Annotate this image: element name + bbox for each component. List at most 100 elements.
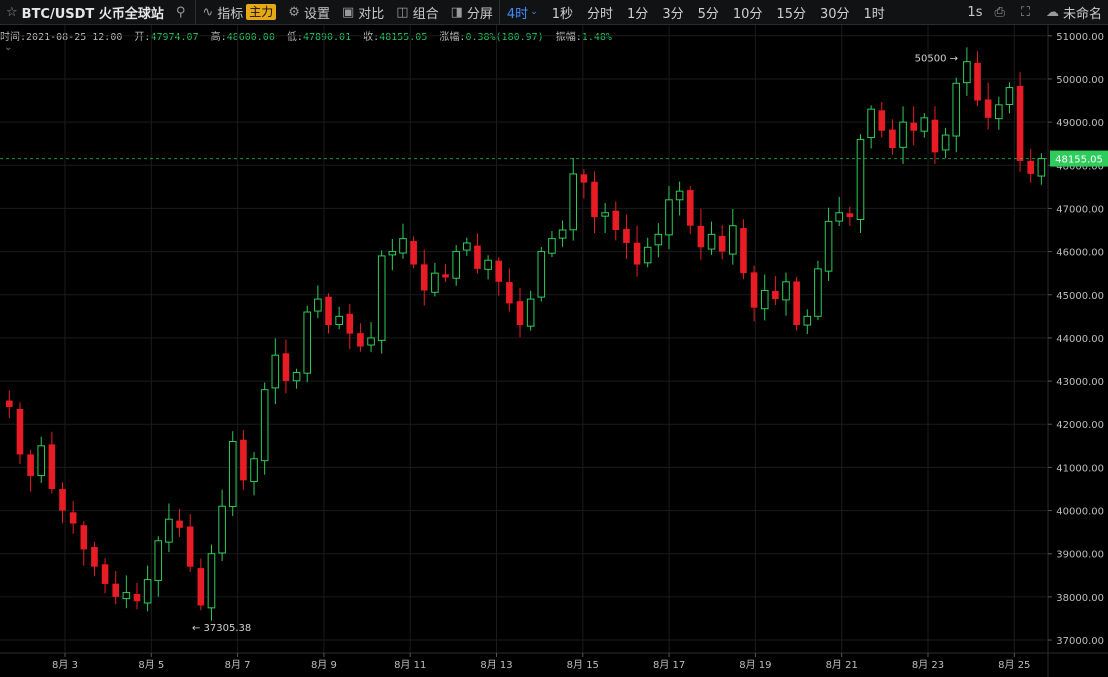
price-tick-label: 43000.00	[1056, 377, 1104, 388]
candle-down	[6, 400, 13, 407]
candle-down	[889, 129, 896, 149]
price-tick-label: 51000.00	[1056, 32, 1104, 43]
candles	[6, 47, 1046, 621]
star-icon[interactable]: ☆	[6, 5, 18, 20]
combo-button[interactable]: ◫ 组合	[390, 0, 444, 24]
candle-down	[133, 593, 141, 602]
period-1h[interactable]: 1时	[857, 0, 892, 24]
candle-down	[357, 333, 364, 347]
candle-up	[899, 121, 907, 148]
min-price-label: ← 37305.38	[192, 623, 251, 634]
period-1m[interactable]: 1分	[620, 0, 655, 24]
price-marks: 48155.05 50500 → ← 37305.38	[0, 53, 1108, 634]
candle-up	[431, 272, 439, 293]
current-price-badge	[1050, 150, 1108, 167]
candle-down	[27, 454, 34, 477]
candle-up	[920, 117, 929, 132]
price-tick-label: 39000.00	[1056, 550, 1104, 561]
low-value: 47890.01	[302, 32, 352, 43]
indicator-label: 指标	[217, 6, 244, 22]
candle-down	[80, 525, 88, 550]
candle-up	[760, 289, 769, 310]
period-15m[interactable]: 15分	[769, 0, 813, 24]
symbol-selector[interactable]: ☆ BTC/USDT 火币全球站	[0, 0, 170, 24]
cloud-save-button[interactable]: ☁ 未命名	[1040, 0, 1108, 24]
open-label: 开:	[134, 32, 151, 43]
candle-up	[867, 108, 875, 139]
candle-up	[526, 298, 535, 327]
candle-up	[824, 220, 833, 272]
time-tick-label: 8月 7	[225, 659, 251, 671]
period-3m[interactable]: 3分	[655, 0, 690, 24]
compare-icon: ▣	[341, 4, 355, 20]
period-timeline[interactable]: 分时	[580, 0, 620, 24]
candle-up	[314, 298, 322, 312]
period-1s[interactable]: 1秒	[545, 0, 580, 24]
time-axis[interactable]: 8月 3 8月 5 8月 7 8月 9 8月 11 8月 13 8月 15 8月 17 8月 1…	[52, 653, 1030, 671]
candle-up	[995, 104, 1003, 120]
fullscreen-button[interactable]: ⛶	[1015, 0, 1040, 24]
candle-down	[1016, 85, 1024, 161]
amplitude-label: 振幅:	[555, 32, 582, 43]
open-value: 47974.07	[150, 32, 199, 43]
collapse-info-icon[interactable]: ⌄	[4, 42, 12, 53]
amplitude-value: 1.48%	[581, 32, 612, 43]
candle-up	[835, 212, 844, 222]
price-axis[interactable]: 37000.00 38000.00 39000.00 40000.00 41000.00…	[1048, 32, 1104, 647]
ohlc-info-bar: 时间:2021-08-25 12:00 开:47974.07 高:48600.0…	[0, 28, 612, 43]
candle-up	[952, 82, 961, 137]
refresh-interval[interactable]: 1s	[961, 0, 988, 24]
period-10m[interactable]: 10分	[726, 0, 770, 24]
candle-down	[240, 439, 247, 481]
candle-up	[271, 354, 280, 389]
search-icon: ⚲	[175, 4, 186, 20]
screenshot-button[interactable]: ⎙	[988, 0, 1014, 24]
candle-down	[112, 583, 120, 597]
price-tick-label: 46000.00	[1056, 248, 1104, 259]
time-tick-label: 8月 19	[739, 659, 771, 671]
candle-up	[399, 238, 407, 254]
period-4h-dropdown[interactable]: 4时 ⌄	[500, 0, 545, 24]
symbol-search-button[interactable]: ⚲	[170, 0, 196, 24]
low-label: 低:	[286, 32, 303, 43]
price-tick-label: 37000.00	[1056, 636, 1104, 647]
candle-up	[803, 315, 812, 326]
main-force-badge[interactable]: 主力	[246, 4, 277, 20]
split-screen-button[interactable]: ◨ 分屏	[445, 0, 499, 24]
close-value: 48155.05	[379, 32, 428, 43]
candle-up	[558, 229, 567, 239]
unnamed-label: 未命名	[1062, 6, 1102, 22]
candle-up	[963, 61, 971, 84]
compare-button[interactable]: ▣ 对比	[336, 0, 390, 24]
candle-up	[548, 238, 556, 254]
candle-down	[516, 301, 524, 325]
period-active-label: 4时	[506, 6, 529, 22]
candle-up	[260, 389, 269, 462]
candle-down	[793, 281, 800, 325]
candle-down	[633, 242, 641, 265]
time-tick-label: 8月 23	[912, 659, 944, 671]
price-tick-label: 42000.00	[1056, 420, 1104, 431]
candle-down	[1027, 160, 1035, 174]
candle-up	[292, 371, 301, 382]
period-5m[interactable]: 5分	[691, 0, 726, 24]
price-tick-label: 49000.00	[1056, 118, 1104, 129]
candle-down	[101, 564, 109, 584]
candle-down	[420, 264, 428, 291]
candle-up	[814, 268, 822, 317]
candle-up	[665, 199, 673, 236]
candle-down	[442, 274, 449, 278]
candle-up	[335, 315, 343, 326]
period-30m[interactable]: 30分	[813, 0, 857, 24]
cloud-icon: ☁	[1045, 4, 1059, 20]
candlestick-chart[interactable]: 37000.00 38000.00 39000.00 40000.00 41000.00…	[0, 0, 1108, 677]
candle-up	[707, 233, 716, 250]
settings-button[interactable]: ⚙ 设置	[282, 0, 336, 24]
candle-up	[569, 173, 578, 231]
change-value: 0.38%(180.97)	[465, 32, 544, 43]
indicator-button[interactable]: ∿ 指标 主力	[196, 0, 282, 24]
candle-up	[228, 441, 237, 508]
high-label: 高:	[210, 32, 227, 43]
time-tick-label: 8月 5	[138, 659, 164, 671]
candle-down	[474, 245, 481, 269]
